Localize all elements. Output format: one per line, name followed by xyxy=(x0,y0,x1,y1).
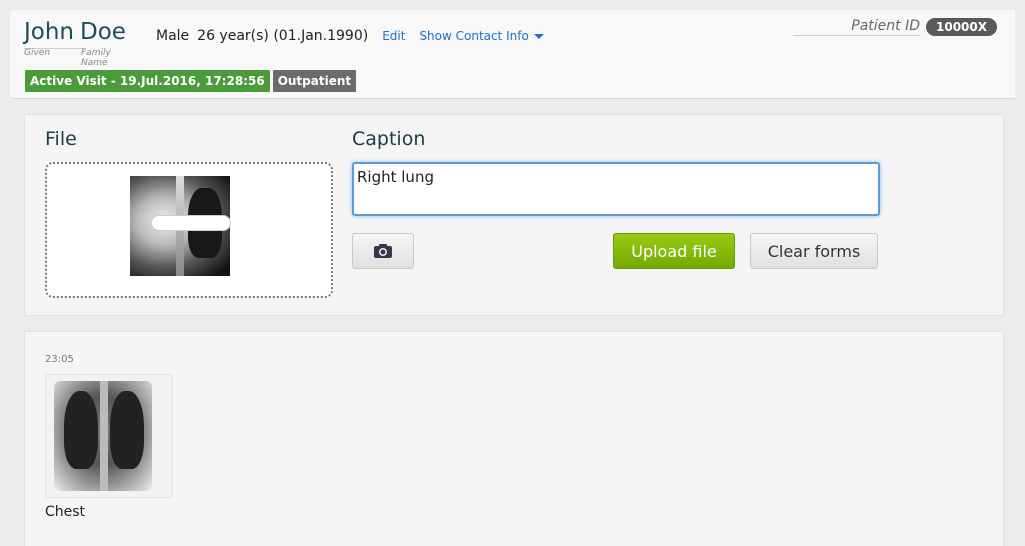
given-name: John xyxy=(24,19,75,45)
file-dropzone[interactable] xyxy=(45,162,333,298)
patient-id: Patient ID 10000X xyxy=(793,18,997,36)
family-name: Doe xyxy=(80,19,126,45)
caption-heading: Caption xyxy=(352,128,426,150)
active-visit-badge[interactable]: Active Visit - 19.Jul.2016, 17:28:56 xyxy=(25,70,270,92)
attachment-thumbnail-card[interactable] xyxy=(45,374,173,498)
patient-id-label: Patient ID xyxy=(793,18,920,36)
attachment-time: 23:05 xyxy=(45,354,74,365)
patient-header: John Doe Given Family Name Male 26 year(… xyxy=(10,10,1015,99)
thumbnail-left-lung-shape xyxy=(64,391,98,469)
visit-badges: Active Visit - 19.Jul.2016, 17:28:56 Out… xyxy=(25,70,357,92)
caption-input[interactable]: Right lung xyxy=(352,162,880,216)
attachment-caption: Chest xyxy=(45,504,86,520)
family-label: Family Name xyxy=(81,48,111,68)
given-label: Given xyxy=(24,48,51,58)
show-contact-info-link[interactable]: Show Contact Info xyxy=(419,29,544,43)
patient-id-value: 10000X xyxy=(926,18,997,36)
caret-down-icon xyxy=(533,34,544,39)
upload-progress-bar xyxy=(151,215,231,231)
upload-file-button[interactable]: Upload file xyxy=(613,233,735,269)
edit-link[interactable]: Edit xyxy=(382,29,405,43)
thumbnail-right-lung-shape xyxy=(110,391,144,469)
camera-button[interactable] xyxy=(352,233,414,269)
file-heading: File xyxy=(45,128,77,150)
camera-icon xyxy=(374,244,392,258)
age-dob-text: 26 year(s) (01.Jan.1990) xyxy=(197,28,369,44)
thumbnail-spine-shape xyxy=(100,381,108,491)
patient-name: John Doe xyxy=(24,18,126,46)
attachment-thumbnail-image xyxy=(54,381,152,491)
show-contact-info-label: Show Contact Info xyxy=(419,29,529,43)
patient-demographics: Male 26 year(s) (01.Jan.1990) Edit Show … xyxy=(156,28,544,44)
clear-forms-button[interactable]: Clear forms xyxy=(750,233,878,269)
gender-text: Male xyxy=(156,28,190,44)
visit-type-badge: Outpatient xyxy=(272,70,357,92)
name-labels: Given Family Name xyxy=(24,48,126,68)
patient-name-block: John Doe Given Family Name xyxy=(24,18,126,68)
upload-panel: File Caption Right lung Upload file Clea… xyxy=(24,114,1004,316)
attachments-gallery: 23:05 Chest xyxy=(24,331,1004,546)
